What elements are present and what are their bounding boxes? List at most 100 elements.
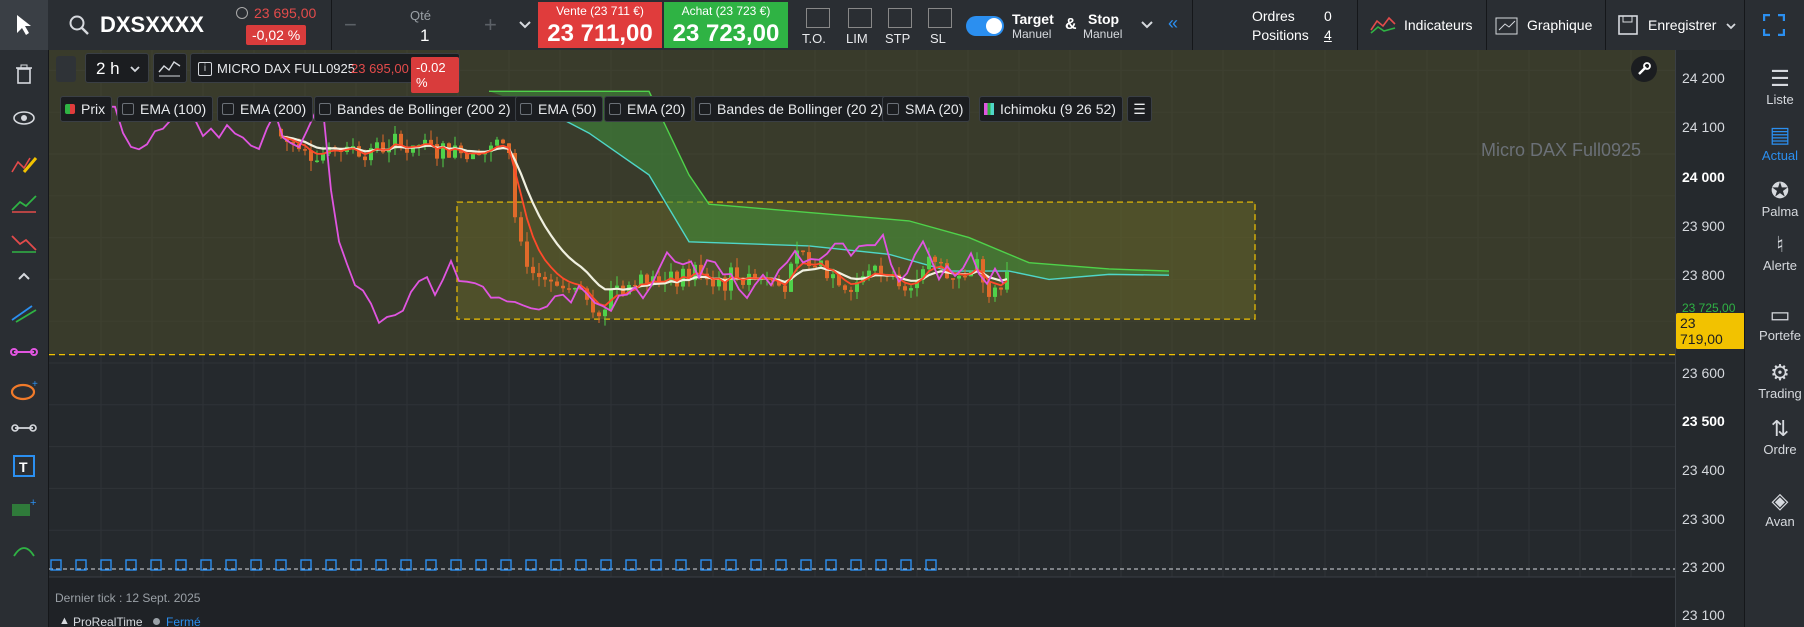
y-tick: 23 900: [1682, 218, 1725, 234]
header-price: 23 695,00: [254, 5, 317, 21]
indicator-ema-100[interactable]: EMA (100): [117, 96, 214, 122]
fullscreen-button[interactable]: [1745, 0, 1804, 50]
qty-plus-button[interactable]: +: [484, 12, 497, 38]
panel-label: Liste: [1766, 92, 1794, 107]
horizontal-line-tool[interactable]: [6, 410, 42, 446]
instrument-price: 23 695,00: [351, 61, 409, 76]
chart-label: Graphique: [1527, 17, 1593, 33]
panel-palmares[interactable]: ✪ Palma: [1745, 178, 1804, 219]
candle-body: [1005, 271, 1009, 290]
target-stop-dropdown[interactable]: [1136, 0, 1158, 50]
indicator-prix[interactable]: Prix: [60, 96, 113, 122]
ellipse-tool[interactable]: +: [6, 372, 42, 408]
rectangle-tool[interactable]: +: [6, 490, 42, 526]
order-type-to[interactable]: T.O.: [798, 0, 836, 50]
candle-body: [495, 139, 499, 146]
panel-avance[interactable]: ◈ Avan: [1745, 488, 1804, 529]
chart-tools-button[interactable]: [1631, 56, 1657, 82]
buy-price: 23 723,00: [672, 20, 780, 47]
save-button[interactable]: Enregistrer: [1606, 0, 1740, 50]
fibonacci-tool[interactable]: [6, 530, 42, 566]
trend-down-ir-tool[interactable]: [6, 226, 42, 262]
chart-settings-button[interactable]: [56, 56, 76, 82]
multi-line-tool[interactable]: [6, 294, 42, 330]
indicator-ichimoku[interactable]: Ichimoku (9 26 52): [979, 96, 1123, 122]
eye-icon: [13, 111, 35, 125]
footer-strip: [49, 577, 1675, 627]
symbol-search[interactable]: DXSXXXX: [60, 0, 230, 50]
price-axis[interactable]: 24 200 24 100 24 000 23 900 23 800 23 72…: [1675, 50, 1745, 627]
clock-icon: [236, 7, 248, 19]
candle-body: [471, 153, 475, 160]
order-type-sl[interactable]: SL: [920, 0, 958, 50]
checkbox-icon: [699, 103, 711, 115]
collapse-tools[interactable]: [6, 266, 42, 286]
price-chart[interactable]: 2 h i MICRO DAX FULL0925 23 695,00 -0.02…: [49, 50, 1675, 627]
indicators-button[interactable]: Indicateurs: [1358, 0, 1486, 50]
candle-body: [315, 160, 319, 163]
positions-value[interactable]: 4: [1324, 27, 1332, 43]
draw-line-tool[interactable]: [6, 146, 42, 182]
panel-liste[interactable]: ☰ Liste: [1745, 66, 1804, 107]
trend-ir-tool[interactable]: [6, 186, 42, 222]
timeframe-selector[interactable]: 2 h: [85, 53, 149, 83]
delete-tool[interactable]: [6, 56, 42, 92]
qty-dropdown[interactable]: [512, 0, 538, 50]
collapse-toolbar-button[interactable]: «: [1162, 0, 1188, 50]
candle-body: [603, 309, 607, 317]
segment-tool[interactable]: [6, 334, 42, 370]
orders-positions[interactable]: Ordres 0 Positions 4: [1240, 0, 1350, 50]
quantity-stepper[interactable]: − Qté 1 +: [332, 0, 507, 50]
order-type-stp[interactable]: STP: [880, 0, 918, 50]
list-icon: ☰: [1133, 100, 1146, 117]
indicator-label: Bandes de Bollinger (200 2): [337, 101, 511, 117]
chart-canvas[interactable]: [49, 50, 1675, 627]
target-stop-toggle[interactable]: Target Manuel & Stop Manuel: [962, 0, 1142, 50]
expand-icon: [1763, 14, 1785, 36]
indicator-list-button[interactable]: ☰: [1127, 96, 1152, 122]
bell-icon: ♮: [1776, 232, 1784, 257]
panel-alertes[interactable]: ♮ Alerte: [1745, 232, 1804, 273]
instrument-info[interactable]: i MICRO DAX FULL0925 23 695,00 -0.02 %: [190, 53, 460, 93]
panel-label: Trading: [1758, 386, 1802, 401]
visibility-tool[interactable]: [6, 100, 42, 136]
cursor-tool[interactable]: [0, 0, 48, 50]
candle-body: [951, 278, 955, 280]
qty-minus-button[interactable]: −: [344, 12, 357, 38]
panel-trading[interactable]: ⚙ Trading: [1745, 360, 1804, 401]
chart-type-button[interactable]: [153, 53, 187, 83]
brand-label: ProRealTime: [73, 615, 143, 627]
candle-body: [963, 275, 967, 278]
segment-icon: [10, 348, 38, 356]
cursor-icon: [17, 15, 31, 35]
candle-body: [555, 281, 559, 286]
chevron-down-icon: [1726, 23, 1736, 30]
panel-ordres[interactable]: ⇅ Ordre: [1745, 416, 1804, 457]
checkbox-icon: [520, 103, 532, 115]
buy-button[interactable]: Achat (23 723 €) 23 723,00: [664, 2, 788, 48]
indicator-label: EMA (50): [538, 101, 597, 117]
indicator-sma-20[interactable]: SMA (20): [882, 96, 971, 122]
text-tool[interactable]: T: [6, 448, 42, 484]
panel-actualites[interactable]: ▤ Actual: [1745, 122, 1804, 163]
order-type-lim[interactable]: LIM: [840, 0, 878, 50]
symbol-name: DXSXXXX: [100, 12, 204, 37]
panel-portefeuille[interactable]: ▭ Portefe: [1745, 302, 1804, 343]
candle-body: [843, 285, 847, 290]
indicator-bollinger-200[interactable]: Bandes de Bollinger (200 2): [314, 96, 518, 122]
chart-button[interactable]: Graphique: [1487, 0, 1605, 50]
sell-button[interactable]: Vente (23 711 €) 23 711,00: [538, 2, 662, 48]
indicator-ema-50[interactable]: EMA (50): [515, 96, 604, 122]
indicator-ema-200[interactable]: EMA (200): [217, 96, 314, 122]
indicator-label: EMA (20): [627, 101, 686, 117]
chevron-down-icon: [519, 21, 531, 29]
qty-value[interactable]: 1: [420, 26, 429, 46]
indicator-ema-20[interactable]: EMA (20): [604, 96, 693, 122]
candle-body: [813, 265, 817, 268]
to-icon: [806, 8, 830, 28]
indicator-label: Ichimoku (9 26 52): [1000, 101, 1116, 117]
prorealtime-logo: ▲: [59, 615, 70, 627]
qty-label: Qté: [410, 8, 431, 23]
indicator-bollinger-20[interactable]: Bandes de Bollinger (20 2): [694, 96, 890, 122]
gear-icon: ⚙: [1770, 360, 1790, 385]
